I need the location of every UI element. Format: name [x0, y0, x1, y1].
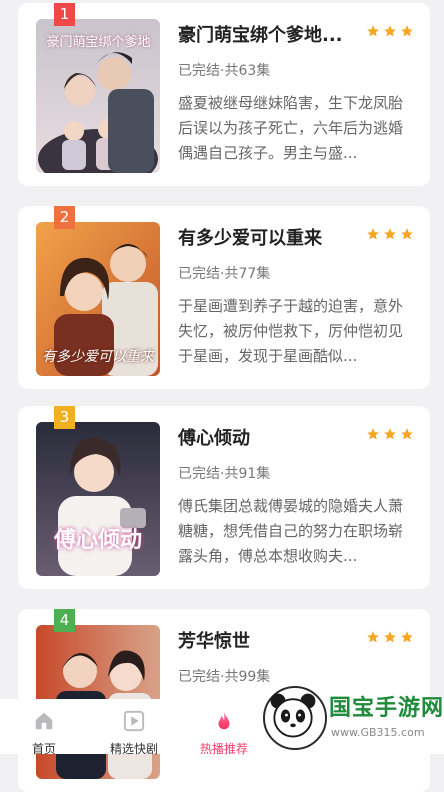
star-icon: [384, 428, 396, 440]
drama-card[interactable]: 有多少爱可以重来 2 有多少爱可以重来 已完结·共77集 于星画遭到养子于越的迫…: [18, 206, 430, 389]
drama-title[interactable]: 傅心倾动: [178, 424, 358, 450]
drama-poster[interactable]: 傅心倾动: [36, 422, 160, 576]
rank-badge: 4: [54, 609, 75, 632]
panda-icon: [263, 686, 327, 750]
rank-badge: 2: [54, 206, 75, 229]
tab-home[interactable]: 首页: [2, 699, 86, 756]
watermark-url: www.GB315.com: [331, 726, 425, 739]
drama-description: 盛夏被继母继妹陷害，生下龙凤胎后误以为孩子死亡，六年后为逃婚偶遇自己孩子。男主与…: [178, 94, 404, 162]
rating-stars: [366, 24, 414, 38]
drama-title[interactable]: 有多少爱可以重来: [178, 224, 358, 250]
star-icon: [384, 228, 396, 240]
star-icon: [401, 228, 413, 240]
drama-status: 已完结·共77集: [178, 266, 271, 282]
star-icon: [367, 428, 379, 440]
drama-poster[interactable]: 豪门萌宝绑个爹地: [36, 19, 160, 173]
watermark-text: 国宝手游网: [329, 696, 444, 721]
tab-label: 热播推荐: [199, 742, 248, 756]
tab-featured[interactable]: 精选快剧: [92, 699, 176, 756]
rating-stars: [366, 427, 414, 441]
drama-status: 已完结·共63集: [178, 63, 271, 79]
play-icon: [123, 710, 145, 732]
drama-card[interactable]: 豪门萌宝绑个爹地 1 豪门萌宝绑个爹地... 已完结·共63集 盛夏被继母继妹陷…: [18, 3, 430, 186]
drama-description: 傅氏集团总裁傅晏城的隐婚夫人萧糖糖，想凭借自己的努力在职场崭露头角，傅总本想收购…: [178, 497, 404, 565]
flame-icon: [218, 711, 230, 730]
star-icon: [401, 428, 413, 440]
tab-hot-recommend[interactable]: 热播推荐: [182, 699, 266, 756]
drama-status: 已完结·共99集: [178, 669, 271, 685]
star-icon: [401, 25, 413, 37]
rating-stars: [366, 630, 414, 644]
star-icon: [401, 631, 413, 643]
drama-card[interactable]: 傅心倾动 3 傅心倾动 已完结·共91集 傅氏集团总裁傅晏城的隐婚夫人萧糖糖，想…: [18, 406, 430, 589]
poster-caption: 傅心倾动: [53, 527, 142, 553]
star-icon: [384, 631, 396, 643]
star-icon: [367, 25, 379, 37]
rating-stars: [366, 227, 414, 241]
drama-title[interactable]: 豪门萌宝绑个爹地...: [178, 21, 358, 47]
tab-label: 精选快剧: [109, 742, 158, 756]
drama-title[interactable]: 芳华惊世: [178, 627, 358, 653]
star-icon: [384, 25, 396, 37]
home-icon: [35, 712, 53, 730]
star-icon: [367, 631, 379, 643]
poster-caption: 豪门萌宝绑个爹地: [46, 35, 151, 50]
star-icon: [367, 228, 379, 240]
tab-label: 首页: [31, 742, 56, 756]
site-watermark: 国宝手游网 www.GB315.com: [259, 680, 444, 754]
poster-caption: 有多少爱可以重来: [42, 349, 154, 365]
rank-badge: 1: [54, 3, 75, 26]
drama-status: 已完结·共91集: [178, 466, 271, 482]
drama-poster[interactable]: 有多少爱可以重来: [36, 222, 160, 376]
rank-badge: 3: [54, 406, 75, 429]
drama-description: 于星画遭到养子于越的迫害，意外失忆，被厉仲恺救下，厉仲恺初见于星画，发现于星画酷…: [178, 297, 404, 365]
